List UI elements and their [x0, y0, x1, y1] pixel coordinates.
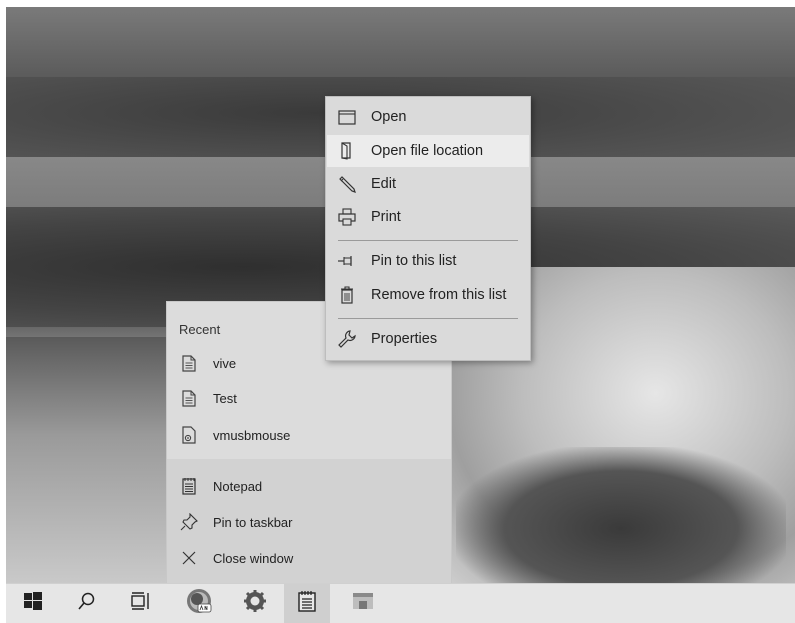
- pin-icon: [327, 255, 367, 267]
- menu-item-label: Open: [371, 109, 407, 125]
- menu-item-print[interactable]: Print: [327, 201, 529, 233]
- notepad-icon: [298, 590, 316, 617]
- menu-item-properties[interactable]: Properties: [327, 323, 529, 355]
- taskbar: [6, 583, 795, 623]
- recent-item-label: vmusbmouse: [213, 427, 291, 443]
- task-item-pin-to-taskbar[interactable]: Pin to taskbar: [167, 505, 451, 539]
- settings-file-icon: [169, 426, 209, 444]
- task-view-icon: [131, 592, 151, 615]
- search-icon: [78, 592, 96, 615]
- task-item-close-window[interactable]: Close window: [167, 541, 451, 575]
- task-item-label: Notepad: [213, 478, 263, 494]
- can-app-icon: [186, 588, 212, 619]
- window-app-button[interactable]: [340, 584, 386, 623]
- wallpaper-shore: [6, 337, 186, 583]
- menu-separator: [338, 240, 518, 241]
- settings-button[interactable]: [232, 584, 278, 623]
- printer-icon: [327, 208, 367, 226]
- folder-location-icon: [327, 142, 367, 160]
- recent-item-label: Test: [213, 390, 237, 406]
- wallpaper-hills: [6, 7, 795, 77]
- menu-item-pin-to-this-list[interactable]: Pin to this list: [327, 245, 529, 277]
- menu-item-label: Properties: [371, 331, 438, 347]
- wrench-icon: [327, 330, 367, 348]
- menu-item-label: Edit: [371, 176, 396, 192]
- menu-item-label: Pin to this list: [371, 253, 457, 269]
- start-icon: [24, 592, 42, 615]
- document-icon: [169, 389, 209, 407]
- menu-item-remove-from-this-list[interactable]: Remove from this list: [327, 279, 529, 311]
- notepad-icon: [169, 477, 209, 495]
- task-view-button[interactable]: [118, 584, 164, 623]
- wallpaper-trees: [456, 447, 786, 583]
- notepad-taskbar-button[interactable]: [284, 584, 330, 623]
- recent-item-test[interactable]: Test: [167, 381, 451, 415]
- menu-item-open-file-location[interactable]: Open file location: [327, 135, 529, 167]
- recent-header: Recent: [179, 322, 221, 337]
- close-icon: [169, 551, 209, 565]
- menu-separator: [338, 318, 518, 319]
- recent-item-label: vive: [213, 355, 237, 371]
- context-menu: Open Open file location Edit Print Pin t…: [325, 96, 531, 361]
- can-app-button[interactable]: [176, 584, 222, 623]
- task-item-notepad[interactable]: Notepad: [167, 469, 451, 503]
- settings-gear-icon: [243, 589, 267, 618]
- window-app-icon: [352, 592, 374, 615]
- pencil-icon: [327, 175, 367, 193]
- task-item-label: Pin to taskbar: [213, 514, 293, 530]
- pin-icon: [169, 513, 209, 531]
- menu-item-open[interactable]: Open: [327, 101, 529, 133]
- start-button[interactable]: [10, 584, 56, 623]
- search-button[interactable]: [64, 584, 110, 623]
- menu-item-edit[interactable]: Edit: [327, 168, 529, 200]
- menu-item-label: Remove from this list: [371, 287, 507, 303]
- window-icon: [327, 109, 367, 125]
- trash-icon: [327, 286, 367, 304]
- recent-item-vmusbmouse[interactable]: vmusbmouse: [167, 418, 451, 452]
- document-icon: [169, 354, 209, 372]
- task-item-label: Close window: [213, 550, 294, 566]
- menu-item-label: Print: [371, 209, 401, 225]
- menu-item-label: Open file location: [371, 143, 484, 159]
